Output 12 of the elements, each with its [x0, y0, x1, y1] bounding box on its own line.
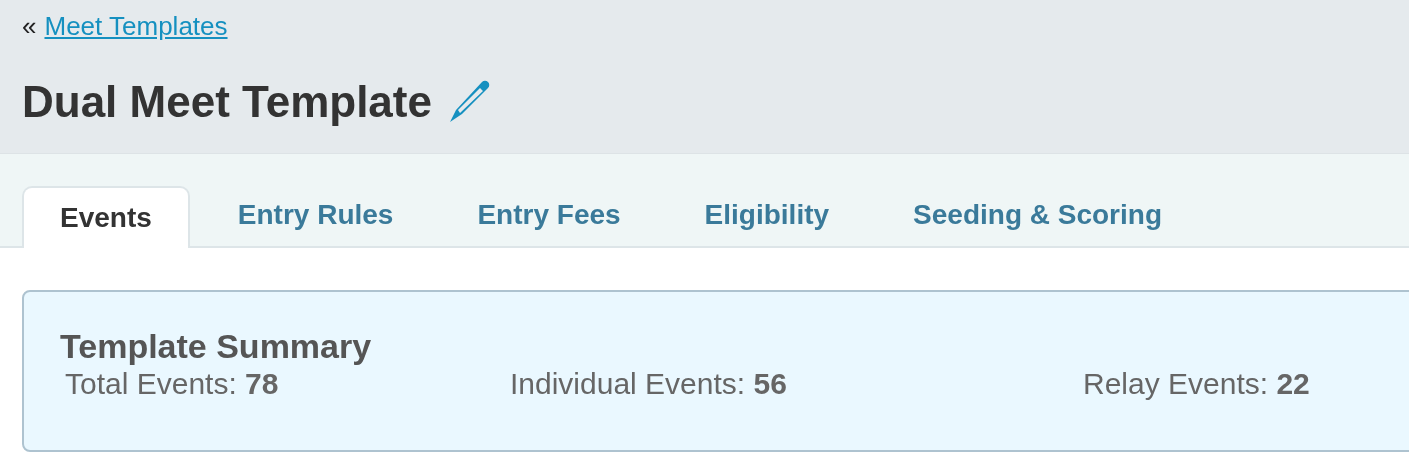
- breadcrumb-link[interactable]: Meet Templates: [44, 8, 228, 44]
- tab[interactable]: Seeding & Scoring: [877, 184, 1198, 246]
- page-title: Dual Meet Template: [22, 76, 432, 128]
- summary-title: Template Summary: [60, 326, 373, 366]
- breadcrumb-arrow: «: [22, 10, 37, 43]
- tab[interactable]: Events: [22, 186, 190, 248]
- stat-text: Individual Events: 56: [510, 366, 788, 402]
- tab[interactable]: Entry Rules: [201, 184, 430, 246]
- tab[interactable]: Entry Fees: [441, 184, 657, 246]
- tab[interactable]: Eligibility: [668, 184, 866, 246]
- stat-text: Relay Events: 22: [1083, 366, 1310, 402]
- stat-text: Total Events: 78: [65, 366, 280, 402]
